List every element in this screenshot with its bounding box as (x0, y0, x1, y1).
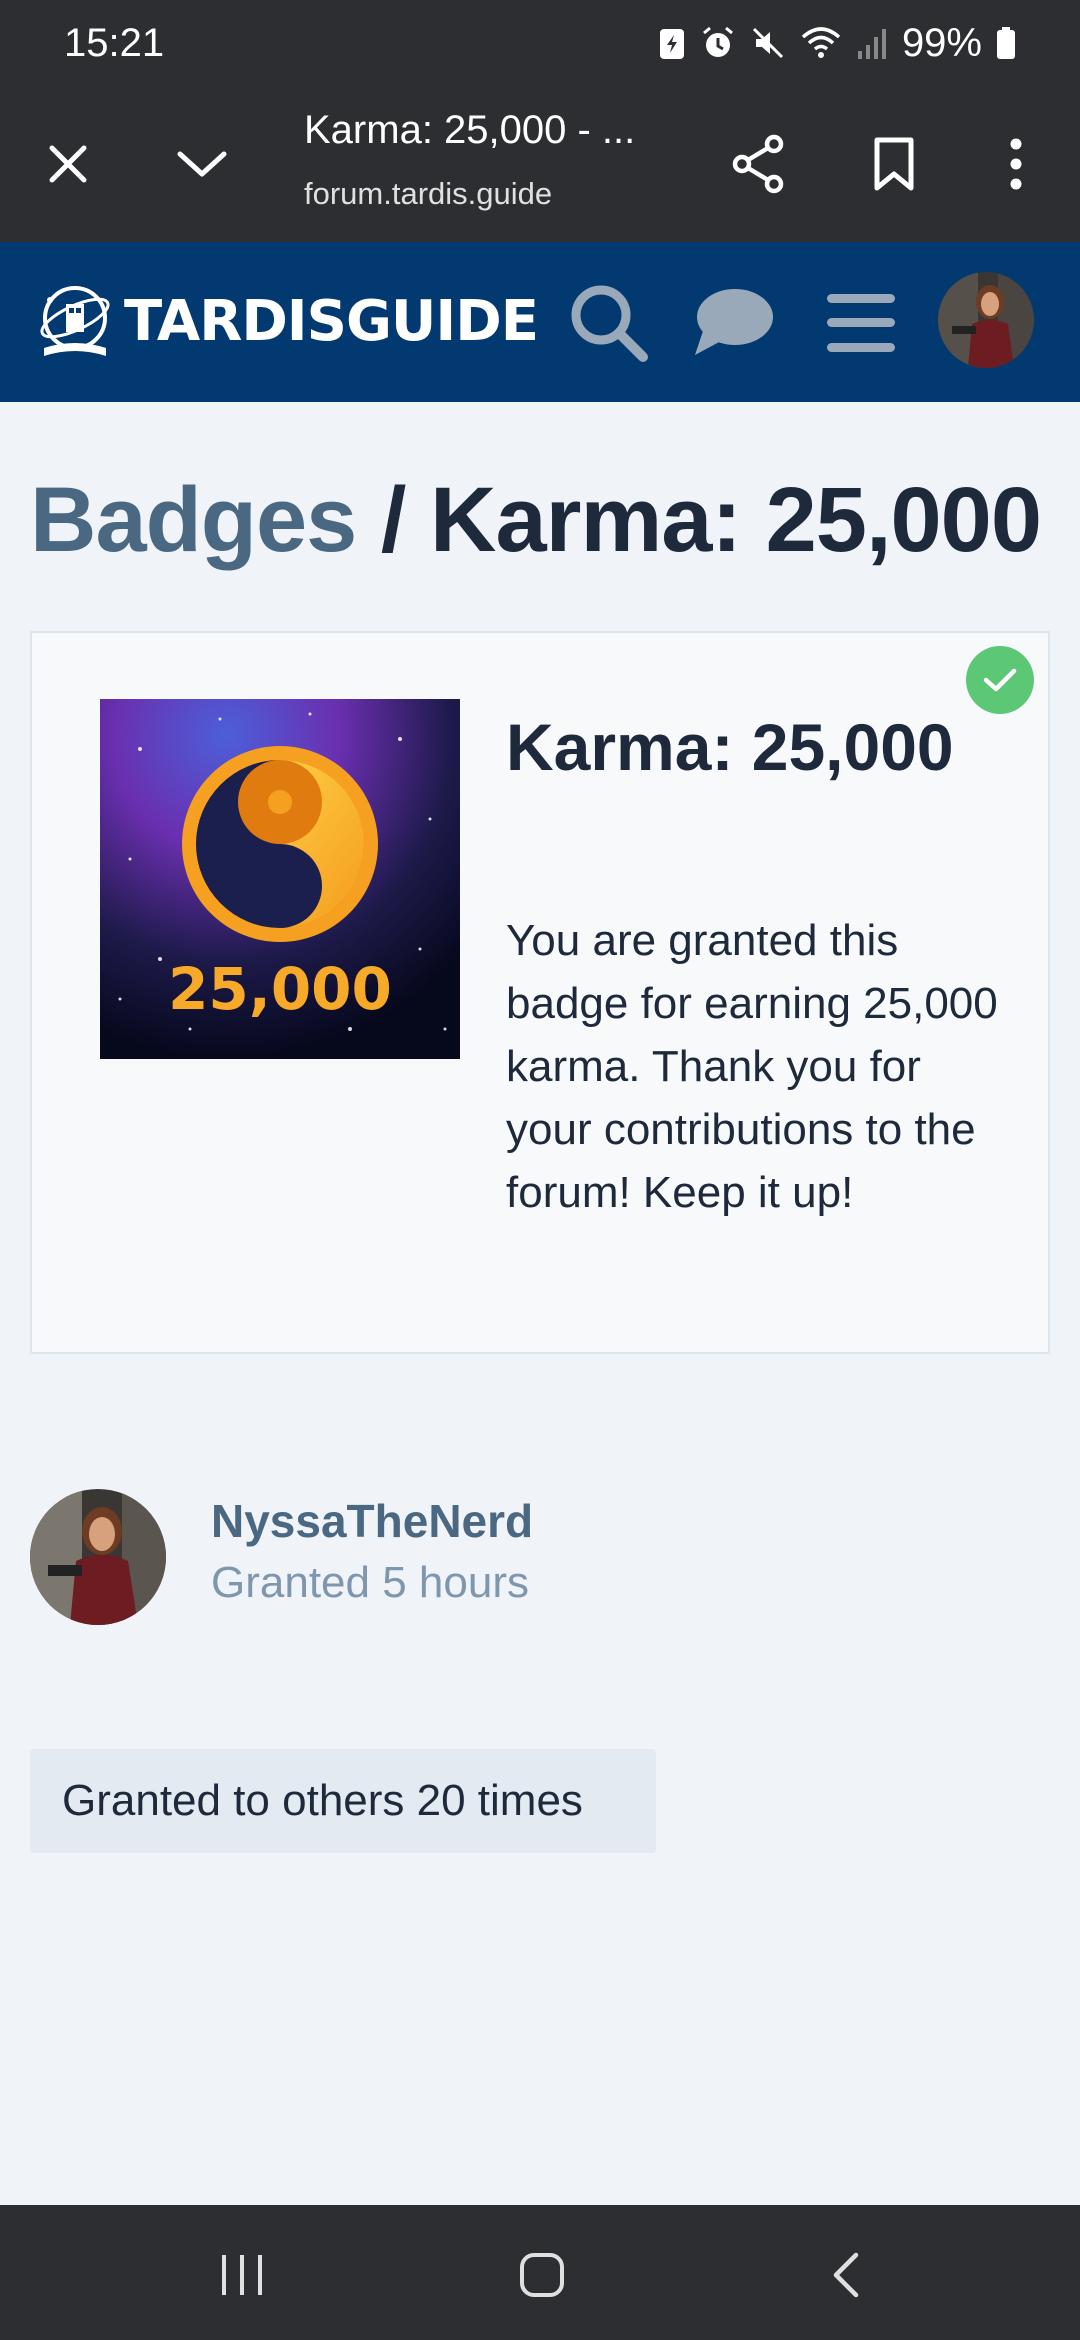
bookmark-button[interactable] (852, 122, 936, 206)
user-avatar-image (30, 1489, 166, 1625)
close-tab-button[interactable] (26, 122, 110, 206)
grantee-username[interactable]: NyssaTheNerd (211, 1494, 533, 1548)
site-logo[interactable]: TARDISGUIDE (36, 282, 539, 360)
granted-to-others-button[interactable]: Granted to others 20 times (30, 1749, 656, 1853)
home-icon (520, 2253, 564, 2297)
check-icon (983, 668, 1017, 692)
close-icon (49, 145, 87, 183)
breadcrumb-separator: / (380, 469, 407, 571)
minimize-button[interactable] (160, 122, 244, 206)
page-title-text: Karma: 25,000 (430, 469, 1042, 571)
alarm-icon (702, 26, 733, 57)
share-button[interactable] (716, 122, 800, 206)
battery-saver-icon (659, 29, 684, 59)
header-avatar[interactable] (938, 272, 1034, 368)
search-icon (571, 285, 648, 362)
status-icons: 99% (658, 21, 1016, 66)
status-bar: 15:21 99% (0, 0, 1080, 86)
chevron-down-icon (177, 151, 227, 177)
logo-text: TARDISGUIDE (124, 288, 539, 354)
menu-icon (827, 294, 895, 352)
yin-yang-icon: 25,000 (100, 699, 460, 1059)
recent-apps-icon (222, 2255, 262, 2295)
mute-icon (752, 27, 783, 59)
page-title: Badges / Karma: 25,000 (30, 468, 1042, 573)
battery-icon (997, 27, 1015, 59)
granted-to-others-label: Granted to others 20 times (62, 1776, 583, 1825)
signal-icon (857, 29, 886, 59)
chat-button[interactable] (688, 278, 778, 368)
home-button[interactable] (492, 2235, 592, 2315)
menu-button[interactable] (816, 278, 906, 368)
recent-apps-button[interactable] (192, 2235, 292, 2315)
back-icon (833, 2252, 859, 2298)
battery-percent: 99% (901, 20, 982, 65)
system-nav-bar (0, 2205, 1080, 2340)
grantee-granted-time: Granted 5 hours (211, 1558, 529, 1607)
user-avatar-image (938, 272, 1034, 368)
site-header: TARDISGUIDE (0, 242, 1080, 402)
share-icon (732, 134, 784, 194)
bookmark-icon (874, 137, 914, 191)
search-button[interactable] (564, 278, 654, 368)
back-button[interactable] (796, 2235, 896, 2315)
more-options-button[interactable] (974, 122, 1058, 206)
breadcrumb-badges[interactable]: Badges (30, 469, 357, 571)
badge-description: You are granted this badge for earning 2… (506, 916, 998, 1217)
chat-icon (695, 289, 773, 355)
grantee-avatar[interactable] (30, 1489, 166, 1625)
badge-image: 25,000 (100, 699, 460, 1059)
browser-page-title: Karma: 25,000 - ... (304, 108, 636, 152)
badge-name: Karma: 25,000 (506, 710, 954, 784)
browser-url[interactable]: forum.tardis.guide (304, 176, 552, 212)
tardis-logo-icon (40, 286, 110, 356)
wifi-icon (801, 27, 841, 58)
browser-toolbar: Karma: 25,000 - ... forum.tardis.guide (0, 86, 1080, 242)
badge-image-number: 25,000 (168, 955, 392, 1023)
status-time: 15:21 (64, 20, 165, 65)
more-vert-icon (1010, 138, 1022, 190)
